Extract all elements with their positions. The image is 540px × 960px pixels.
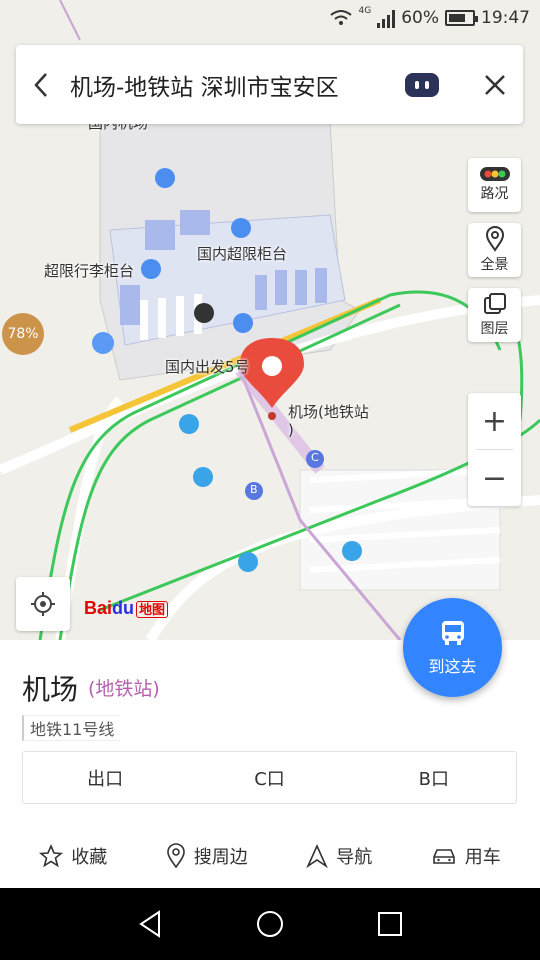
map-label: 超限行李柜台 [44, 262, 135, 280]
layers-label: 图层 [480, 321, 509, 337]
exit-b-button[interactable]: B口 [352, 752, 516, 803]
traffic-label: 路况 [480, 186, 509, 202]
car-icon [432, 849, 455, 864]
search-query[interactable]: 机场-地铁站 深圳市宝安区 [66, 68, 405, 102]
voice-assistant-icon[interactable] [405, 72, 439, 97]
route-here-label: 到这去 [428, 656, 477, 676]
location-pin-icon [166, 843, 185, 869]
traffic-percent-badge[interactable]: 78% [2, 313, 44, 355]
navigate-label: 导航 [336, 847, 373, 868]
exit-b-marker[interactable]: B [250, 483, 258, 496]
recents-nav-icon[interactable] [377, 911, 403, 937]
exit-c-marker[interactable]: C [311, 451, 319, 464]
back-button[interactable] [16, 45, 66, 124]
search-bar: 机场-地铁站 深圳市宝安区 [16, 45, 523, 124]
navigate-button[interactable]: 导航 [306, 836, 372, 876]
map-label: 国内出发5号 [165, 358, 250, 376]
search-nearby-button[interactable]: 搜周边 [166, 836, 248, 876]
home-nav-icon[interactable] [256, 910, 284, 938]
locate-button[interactable] [16, 577, 70, 631]
location-pin-icon [485, 226, 504, 252]
baidu-map-logo: Baidu 地图 [84, 598, 169, 619]
ride-button[interactable]: 用车 [431, 836, 501, 876]
traffic-button[interactable]: 路况 [468, 158, 521, 212]
close-icon [485, 74, 505, 95]
crosshair-icon [31, 592, 55, 616]
zoom-out-button[interactable]: − [468, 450, 521, 506]
battery-icon [445, 10, 478, 26]
layers-icon [483, 293, 506, 314]
map-label: 国内超限柜台 [197, 245, 288, 263]
wifi-icon [329, 10, 352, 25]
star-icon [39, 844, 64, 868]
panorama-label: 全景 [480, 257, 509, 273]
clock: 19:47 [481, 8, 530, 28]
search-nearby-label: 搜周边 [193, 847, 248, 868]
zoom-control: + − [468, 393, 521, 506]
layers-button[interactable]: 图层 [468, 288, 521, 342]
status-bar: 4G 60% 19:47 [0, 0, 540, 36]
network-type: 4G [358, 6, 372, 16]
place-type: (地铁站) [88, 678, 160, 700]
system-nav-bar [0, 888, 540, 960]
exit-c-button[interactable]: C口 [187, 752, 351, 803]
exit-button[interactable]: 出口 [23, 752, 187, 803]
exits-row: 出口 C口 B口 [22, 751, 517, 804]
bus-icon [441, 620, 464, 645]
close-button[interactable] [467, 45, 523, 124]
favorite-label: 收藏 [71, 847, 108, 868]
back-nav-icon[interactable] [137, 910, 163, 938]
route-here-button[interactable]: 到这去 [403, 598, 502, 697]
metro-line-tag: 地铁11号线 [22, 715, 121, 741]
ride-label: 用车 [464, 847, 501, 868]
favorite-button[interactable]: 收藏 [39, 836, 107, 876]
panorama-button[interactable]: 全景 [468, 223, 521, 277]
navigation-arrow-icon [306, 844, 329, 868]
place-name: 机场 [22, 673, 79, 706]
battery-percent: 60% [401, 8, 439, 28]
zoom-in-button[interactable]: + [468, 393, 521, 449]
station-label: 机场(地铁站 [288, 403, 369, 421]
back-arrow-icon [34, 72, 47, 97]
signal-icon [377, 8, 396, 28]
traffic-light-icon [479, 167, 510, 181]
action-bar: 收藏 搜周边 导航 用车 [0, 836, 540, 876]
station-label-paren: ) [288, 421, 294, 439]
